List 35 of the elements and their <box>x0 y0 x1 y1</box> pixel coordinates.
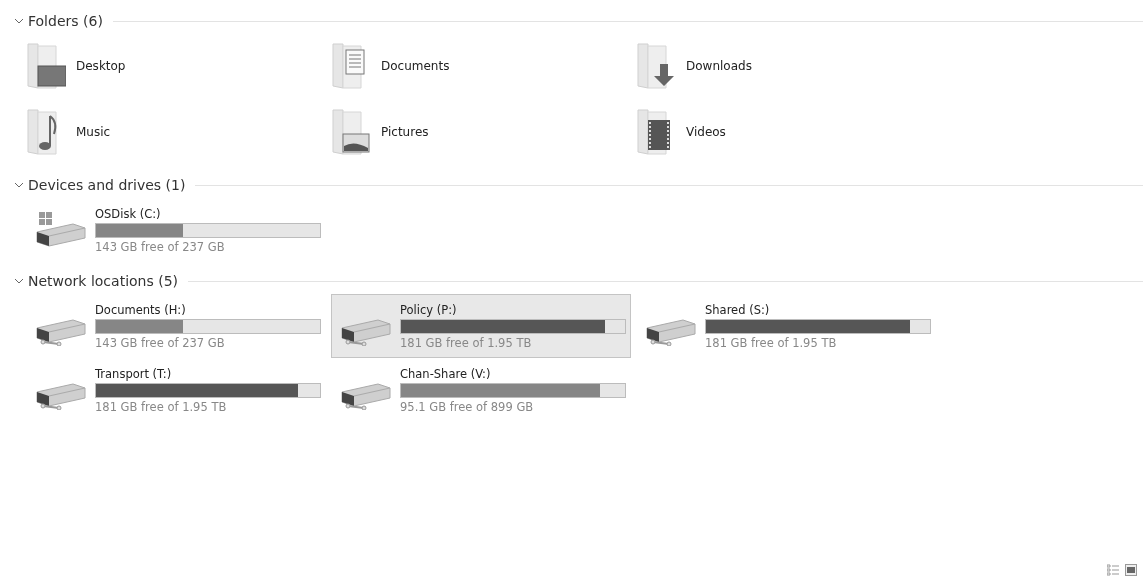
drive-item[interactable]: Transport (T:) 181 GB free of 1.95 TB <box>26 358 326 422</box>
group-header[interactable]: Network locations (5) <box>14 273 179 289</box>
folder-item[interactable]: Downloads <box>636 40 941 92</box>
folder-item[interactable]: Documents <box>331 40 636 92</box>
drive-item[interactable]: OSDisk (C:) 143 GB free of 237 GB <box>26 198 326 262</box>
group-header[interactable]: Devices and drives (1) <box>14 177 186 193</box>
large-icons-view-icon[interactable] <box>1125 564 1137 576</box>
drive-item[interactable]: Documents (H:) 143 GB free of 237 GB <box>26 294 326 358</box>
free-space-text: 181 GB free of 1.95 TB <box>400 335 533 350</box>
free-space-text: 143 GB free of 237 GB <box>95 335 226 350</box>
folder-arrow-icon <box>636 42 676 90</box>
drive-windows-icon <box>33 210 89 250</box>
drive-name: Policy (P:) <box>400 302 458 317</box>
drive-name: OSDisk (C:) <box>95 206 162 221</box>
chevron-icon <box>14 276 24 286</box>
drive-item[interactable]: Policy (P:) 181 GB free of 1.95 TB <box>331 294 631 358</box>
folder-item[interactable]: Pictures <box>331 106 636 158</box>
free-space-text: 181 GB free of 1.95 TB <box>95 399 228 414</box>
folder-picture-icon <box>26 42 66 90</box>
free-space-text: 143 GB free of 237 GB <box>95 239 226 254</box>
drive-item[interactable]: Chan-Share (V:) 95.1 GB free of 899 GB <box>331 358 631 422</box>
folder-picture-icon <box>331 108 371 156</box>
drive-name: Shared (S:) <box>705 302 771 317</box>
folder-item[interactable]: Music <box>26 106 331 158</box>
group-header[interactable]: Folders (6) <box>14 13 103 29</box>
free-space-text: 95.1 GB free of 899 GB <box>400 399 535 414</box>
chevron-icon <box>14 16 24 26</box>
drive-name: Transport (T:) <box>95 366 173 381</box>
folder-item[interactable]: Desktop <box>26 40 331 92</box>
drive-item[interactable]: Shared (S:) 181 GB free of 1.95 TB <box>636 294 936 358</box>
drive-name: Chan-Share (V:) <box>400 366 492 381</box>
free-space-text: 181 GB free of 1.95 TB <box>705 335 838 350</box>
chevron-icon <box>14 180 24 190</box>
folder-item[interactable]: Videos <box>636 106 941 158</box>
drive-name: Documents (H:) <box>95 302 187 317</box>
